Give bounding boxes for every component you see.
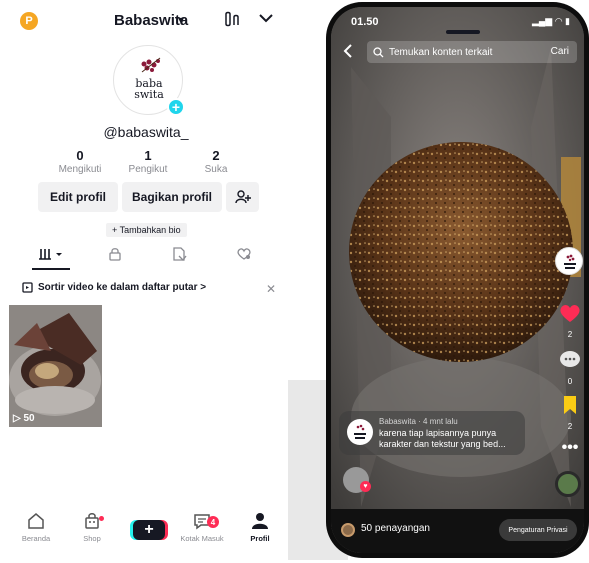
phone-frame: 01.50 ▂▄▆ ◠ ▮ Temukan konten terkait Car… — [326, 2, 589, 558]
comment-count: 0 — [567, 377, 573, 386]
caption-meta: Babaswita · 4 mnt lalu — [379, 417, 458, 426]
nav-label: Kotak Masuk — [180, 534, 224, 543]
tab-videos[interactable] — [38, 247, 66, 264]
caption-time: 4 mnt lalu — [423, 417, 458, 426]
active-tab-indicator — [32, 268, 70, 270]
comment-button[interactable]: 0 — [553, 350, 584, 386]
back-arrow-icon[interactable] — [343, 44, 353, 61]
heart-icon — [553, 303, 584, 327]
nav-label: Profil — [250, 534, 270, 543]
nav-profile[interactable]: Profil — [238, 512, 282, 543]
speaker-notch — [446, 30, 480, 34]
edit-profile-button[interactable]: Edit profil — [38, 182, 118, 212]
small-heart-icon: ♥ — [360, 481, 371, 492]
repost-icon — [173, 247, 187, 261]
create-button[interactable]: + — [133, 520, 165, 540]
caption-avatar — [347, 419, 373, 445]
premium-badge-icon[interactable]: P — [20, 12, 38, 30]
shop-notification-dot — [99, 516, 104, 521]
username: @babaswita_ — [103, 124, 189, 140]
nav-label: Shop — [83, 534, 101, 543]
grid-icon — [39, 249, 62, 260]
close-icon[interactable]: ✕ — [266, 282, 276, 296]
profile-icon — [238, 512, 282, 534]
video-thumbnail-image — [9, 305, 102, 427]
view-count-text[interactable]: 50 penayangan — [361, 523, 430, 534]
comment-icon — [553, 350, 584, 374]
profile-tabs — [0, 244, 292, 270]
home-icon — [14, 512, 58, 534]
video-views: 50 — [23, 413, 35, 424]
stat-value: 2 — [212, 148, 220, 163]
stat-label: Suka — [204, 164, 228, 175]
stat-label: Mengikuti — [58, 164, 102, 175]
more-options-icon[interactable]: ••• — [553, 439, 584, 457]
search-bar[interactable]: Temukan konten terkait Cari — [367, 41, 577, 63]
sort-playlist-banner[interactable]: Sortir video ke dalam daftar putar > — [22, 282, 206, 293]
caption-avatar-logo — [354, 424, 366, 439]
privacy-settings-button[interactable]: Pengaturan Privasi — [499, 519, 577, 541]
stat-followers[interactable]: 1 Pengikut — [118, 148, 178, 175]
bottom-nav: Beranda Shop + Kotak Masuk 4 Profil — [0, 510, 292, 563]
share-profile-button[interactable]: Bagikan profil — [122, 182, 222, 212]
creator-avatar[interactable] — [555, 247, 583, 275]
caption-text: karena tiap lapisannya punya karakter da… — [379, 428, 506, 449]
save-count: 2 — [567, 422, 573, 431]
sort-text: Sortir video ke dalam daftar putar > — [38, 282, 207, 293]
status-icons: ▂▄▆ ◠ ▮ — [531, 16, 570, 26]
stat-value: 1 — [144, 148, 152, 163]
lock-icon — [109, 248, 121, 261]
bookmark-icon — [553, 395, 584, 419]
nav-label: Beranda — [21, 534, 51, 543]
search-button[interactable]: Cari — [551, 46, 569, 57]
add-avatar-plus-icon[interactable]: + — [167, 98, 185, 116]
logo-line2: swita — [134, 88, 164, 101]
tab-liked[interactable] — [236, 247, 252, 264]
stat-following[interactable]: 0 Mengikuti — [50, 148, 110, 175]
video-thumbnail[interactable]: ▷ 50 — [9, 305, 102, 427]
playlist-icon — [22, 282, 33, 293]
profile-panel: P Babaswita ▾ baba swita + @babaswita_ 0… — [0, 0, 292, 563]
chevron-down-icon[interactable] — [258, 10, 274, 28]
chevron-down-icon[interactable]: ▾ — [178, 13, 184, 27]
heart-lock-icon — [237, 248, 251, 260]
tab-reposts[interactable] — [172, 247, 188, 264]
nav-home[interactable]: Beranda — [14, 512, 58, 543]
view-stats-bar: 50 penayangan Pengaturan Privasi — [331, 509, 584, 553]
viewer-avatar-icon — [341, 523, 355, 537]
stat-likes[interactable]: 2 Suka — [186, 148, 246, 175]
search-input[interactable]: Temukan konten terkait — [389, 47, 492, 58]
nav-inbox[interactable]: Kotak Masuk — [180, 512, 224, 543]
stat-label: Pengikut — [128, 164, 168, 175]
video-view-count: ▷ 50 — [13, 413, 35, 424]
premium-badge-letter: P — [25, 15, 33, 27]
inbox-badge: 4 — [207, 516, 219, 528]
music-disc-icon[interactable] — [555, 471, 581, 497]
shopping-bag-icon — [70, 512, 114, 534]
add-friend-button[interactable] — [226, 182, 259, 212]
tab-private[interactable] — [108, 247, 122, 264]
video-screen[interactable]: 01.50 ▂▄▆ ◠ ▮ Temukan konten terkait Car… — [331, 7, 584, 553]
status-time: 01.50 — [351, 16, 379, 28]
video-caption[interactable]: Babaswita · 4 mnt lalu karena tiap lapis… — [339, 411, 525, 455]
creator-tools-icon[interactable] — [224, 11, 242, 31]
like-button[interactable]: 2 — [553, 303, 584, 339]
save-button[interactable]: 2 — [553, 395, 584, 431]
nav-shop[interactable]: Shop — [70, 512, 114, 543]
caption-author: Babaswita — [379, 417, 416, 426]
stat-value: 0 — [76, 148, 84, 163]
video-frame-image — [331, 7, 584, 553]
search-icon — [373, 46, 384, 57]
like-count: 2 — [567, 330, 573, 339]
avatar-logo-text: baba swita — [114, 78, 182, 101]
add-user-icon — [234, 190, 251, 204]
add-bio-button[interactable]: + Tambahkan bio — [106, 223, 187, 237]
